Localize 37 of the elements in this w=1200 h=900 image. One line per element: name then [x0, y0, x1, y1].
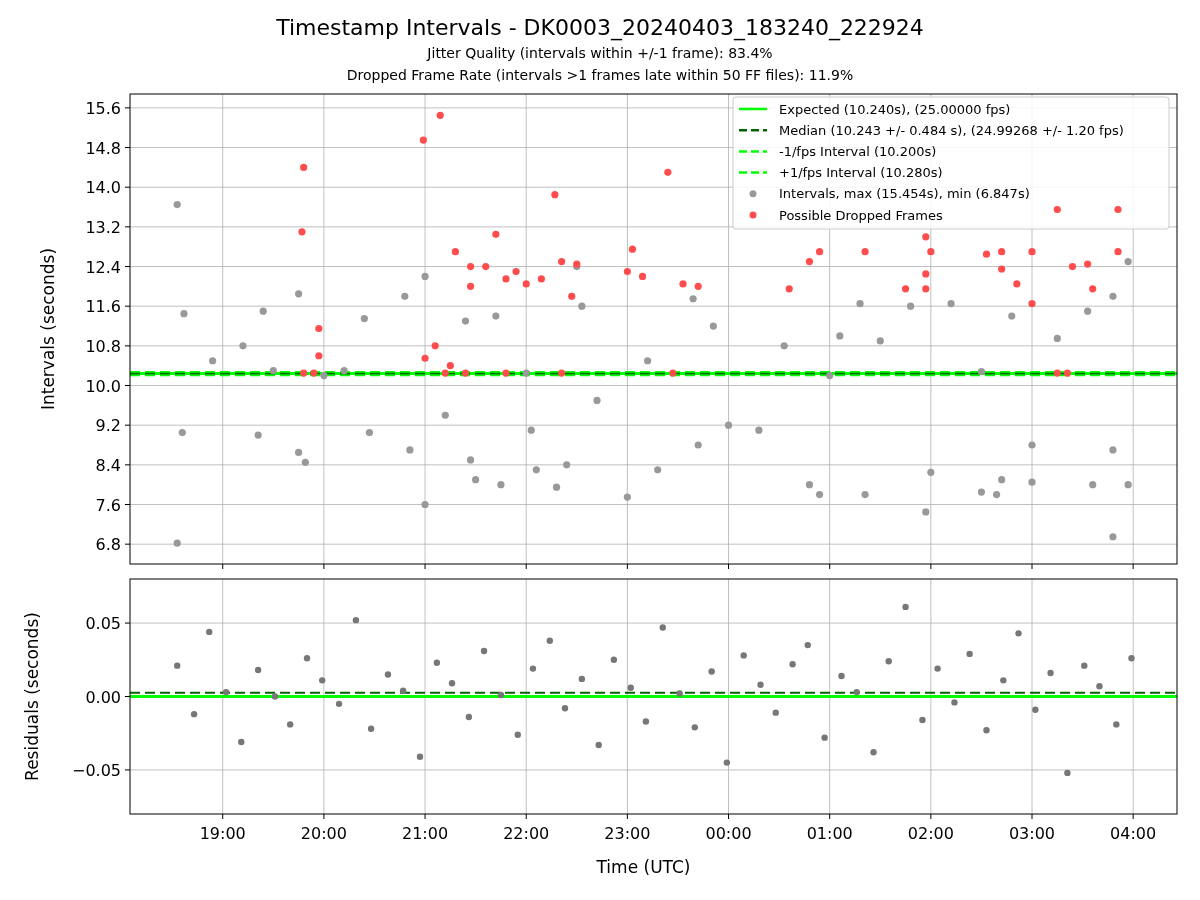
tick-label: 22:00 — [503, 824, 550, 844]
tick-label: 01:00 — [806, 824, 853, 844]
tick-label: 14.8 — [85, 138, 121, 158]
tick-label: 21:00 — [402, 824, 449, 844]
tick-label: 04:00 — [1110, 824, 1157, 844]
tick-label: 20:00 — [300, 824, 347, 844]
tick-label: 23:00 — [604, 824, 651, 844]
legend-label: +1/fps Interval (10.280s) — [779, 164, 943, 180]
legend-label: Expected (10.240s), (25.00000 fps) — [779, 101, 1011, 117]
chart-title: Timestamp Intervals - DK0003_20240403_183240_222924 — [276, 14, 924, 42]
legend-label: Intervals, max (15.454s), min (6.847s) — [779, 185, 1030, 201]
axis-label: Intervals (seconds) — [38, 247, 58, 410]
tick-label: 13.2 — [85, 217, 121, 237]
axis-label: Residuals (seconds) — [22, 612, 42, 782]
tick-label: 15.6 — [85, 98, 121, 118]
legend-label: Possible Dropped Frames — [779, 207, 943, 223]
tick-label: 0.05 — [85, 614, 121, 634]
tick-label: −0.05 — [71, 761, 121, 781]
tick-label: 00:00 — [705, 824, 752, 844]
axis-label: Time (UTC) — [596, 857, 691, 878]
chart-subtitle: Dropped Frame Rate (intervals >1 frames late within 50 FF files): 11.9% — [346, 66, 854, 85]
tick-label: 11.6 — [85, 296, 121, 316]
legend-label: -1/fps Interval (10.200s) — [779, 143, 937, 159]
tick-label: 0.00 — [85, 688, 121, 707]
tick-label: 9.2 — [95, 415, 121, 435]
tick-label: 8.4 — [95, 455, 121, 475]
tick-label: 14.0 — [85, 177, 121, 197]
tick-label: 19:00 — [199, 824, 246, 844]
tick-label: 02:00 — [907, 824, 954, 844]
tick-label: 10.8 — [85, 336, 121, 356]
tick-label: 7.6 — [95, 495, 121, 515]
legend-label: Median (10.243 +/- 0.484 s), (24.99268 +/- 1.20 fps) — [779, 122, 1124, 138]
tick-label: 03:00 — [1008, 824, 1056, 844]
tick-label: 12.4 — [85, 257, 121, 277]
chart-subtitle: Jitter Quality (intervals within +/-1 frame): 83.4% — [427, 44, 773, 63]
tick-label: 10.0 — [85, 376, 121, 396]
tick-label: 6.8 — [95, 534, 121, 554]
